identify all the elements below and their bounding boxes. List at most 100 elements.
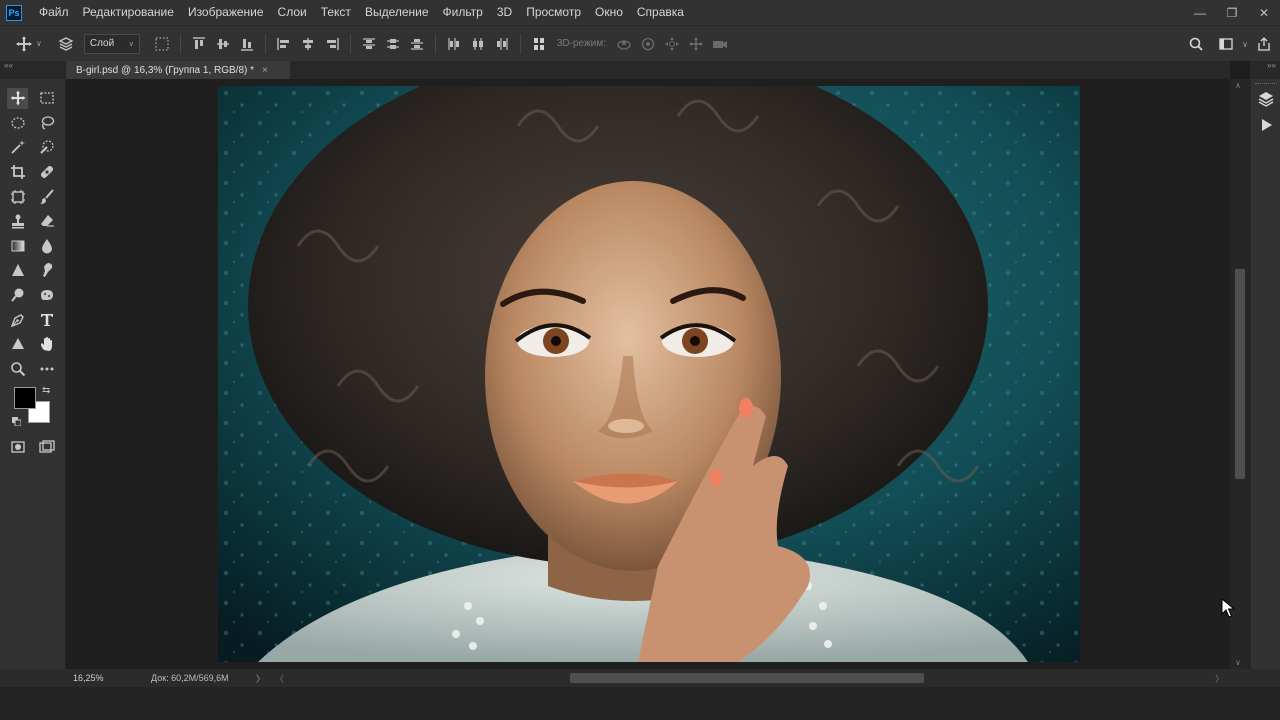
close-tab-icon[interactable]: × [262,65,268,76]
canvas-area[interactable] [66,79,1230,669]
horizontal-scroll-thumb[interactable] [570,673,925,683]
menu-image[interactable]: Изображение [181,0,271,25]
bottom-area [0,687,1280,720]
type-tool-icon[interactable] [32,307,61,332]
status-menu-arrow-icon[interactable]: 〉 [256,672,265,685]
options-bar: ∨ Слой ∨ 3D-режим: ∨ [0,25,1280,61]
dock-grip[interactable] [1255,83,1277,85]
menu-3d[interactable]: 3D [490,0,519,25]
zoom-tool-icon[interactable] [3,357,32,382]
smudge-tool-icon[interactable] [32,258,61,283]
distribute-vcenter-icon[interactable] [381,32,405,56]
align-vcenter-icon[interactable] [211,32,235,56]
transform-controls-icon[interactable] [150,32,174,56]
3d-slide-icon[interactable] [684,32,708,56]
distribute-hcenter-icon[interactable] [466,32,490,56]
align-top-icon[interactable] [187,32,211,56]
magic-wand-tool-icon[interactable] [3,135,32,160]
menu-file[interactable]: Файл [32,0,76,25]
auto-select-dropdown[interactable]: Слой ∨ [83,33,140,54]
foreground-color-swatch[interactable] [14,387,36,409]
menu-select[interactable]: Выделение [358,0,436,25]
shape-tool-icon[interactable] [3,332,32,357]
3d-orbit-icon[interactable] [612,32,636,56]
move-tool-preset-icon[interactable] [12,32,36,56]
chevron-down-icon[interactable]: ∨ [1242,40,1248,49]
3d-pan-icon[interactable] [660,32,684,56]
close-button[interactable]: ✕ [1248,0,1280,25]
auto-select-icon[interactable] [54,32,78,56]
frame-tool-icon[interactable] [3,184,32,209]
menu-window[interactable]: Окно [588,0,630,25]
align-hcenter-icon[interactable] [296,32,320,56]
collapse-toolbox-icon[interactable]: «« [0,61,66,79]
move-tool-icon[interactable] [7,88,28,109]
align-left-icon[interactable] [272,32,296,56]
distribute-top-icon[interactable] [357,32,381,56]
chevron-down-icon: ∨ [128,40,134,48]
3d-mode-label: 3D-режим: [556,38,606,49]
hand-tool-icon[interactable] [32,332,61,357]
menu-type[interactable]: Текст [314,0,358,25]
3d-camera-icon[interactable] [708,32,732,56]
horizontal-scrollbar[interactable] [290,669,1190,687]
menu-view[interactable]: Просмотр [519,0,588,25]
divider [519,33,521,54]
restore-button[interactable]: ❐ [1216,0,1248,25]
elliptical-marquee-tool-icon[interactable] [3,111,32,136]
menu-filter[interactable]: Фильтр [436,0,490,25]
scroll-right-icon[interactable]: 〉 [1215,672,1224,685]
auto-align-icon[interactable] [527,32,551,56]
eraser-tool-icon[interactable] [32,209,61,234]
more-tools-icon[interactable] [32,357,61,382]
layers-panel-icon[interactable] [1256,89,1276,109]
vertical-scroll-thumb[interactable] [1235,269,1245,479]
crop-tool-icon[interactable] [3,160,32,185]
minimize-button[interactable]: — [1184,0,1216,25]
align-right-icon[interactable] [320,32,344,56]
gradient-tool-icon[interactable] [3,234,32,259]
tool-grid [3,86,61,381]
vertical-scrollbar[interactable]: ∧ ∨ [1230,79,1250,669]
rect-marquee-tool-icon[interactable] [32,86,61,111]
menu-bar: Ps Файл Редактирование Изображение Слои … [0,0,1280,25]
document-tab[interactable]: B-girl.psd @ 16,3% (Группа 1, RGB/8) * × [66,61,290,79]
clone-stamp-tool-icon[interactable] [3,209,32,234]
distribute-right-icon[interactable] [490,32,514,56]
status-bar: 16,25% Док: 60,2M/569,6M 〉 〈 〉 [66,669,1230,687]
document-tab-title: B-girl.psd @ 16,3% (Группа 1, RGB/8) * [76,64,255,76]
blur-tool-icon[interactable] [32,234,61,259]
document-canvas-image[interactable] [218,86,1080,662]
menu-help[interactable]: Справка [630,0,691,25]
default-colors-icon[interactable] [12,417,21,426]
healing-brush-tool-icon[interactable] [32,160,61,185]
quick-selection-tool-icon[interactable] [32,135,61,160]
scroll-up-icon[interactable]: ∧ [1235,81,1241,90]
sponge-tool-icon[interactable] [32,283,61,308]
3d-roll-icon[interactable] [636,32,660,56]
brush-tool-icon[interactable] [32,184,61,209]
collapse-panels-icon[interactable]: »» [1250,61,1280,79]
menu-edit[interactable]: Редактирование [76,0,181,25]
zoom-level[interactable]: 16,25% [66,673,126,683]
screen-mode-icon[interactable] [32,435,61,459]
quick-mask-icon[interactable] [3,435,32,459]
dodge-tool-icon[interactable] [3,283,32,308]
menu-layers[interactable]: Слои [271,0,314,25]
actions-play-icon[interactable] [1256,115,1276,135]
chevron-down-icon[interactable]: ∨ [36,39,42,48]
distribute-left-icon[interactable] [442,32,466,56]
share-icon[interactable] [1252,32,1276,56]
pen-tool-icon[interactable] [3,307,32,332]
scroll-down-icon[interactable]: ∨ [1235,658,1241,667]
align-bottom-icon[interactable] [235,32,259,56]
workspace-icon[interactable] [1214,32,1238,56]
status-right-pad [1230,669,1280,687]
swap-colors-icon[interactable]: ⇆ [42,385,50,396]
sharpen-tool-icon[interactable] [3,258,32,283]
scroll-left-icon[interactable]: 〈 [275,672,284,685]
distribute-bottom-icon[interactable] [405,32,429,56]
divider [434,33,436,54]
lasso-tool-icon[interactable] [32,111,61,136]
search-icon[interactable] [1184,32,1208,56]
